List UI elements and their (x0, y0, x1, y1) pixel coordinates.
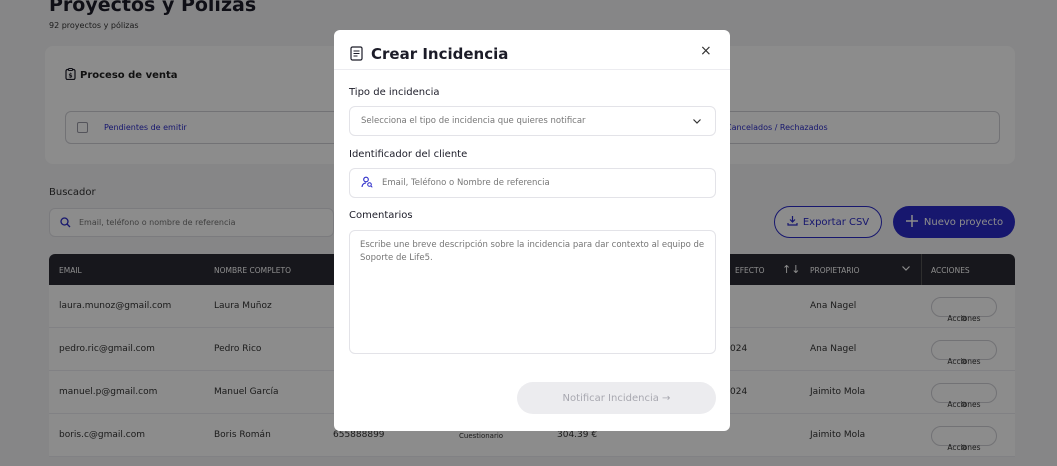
client-id-field[interactable]: Email, Teléfono o Nombre de referencia (349, 168, 716, 198)
modal-title: Crear Incidencia (371, 45, 509, 63)
client-id-placeholder: Email, Teléfono o Nombre de referencia (382, 178, 550, 188)
incident-type-label: Tipo de incidencia (349, 87, 440, 98)
client-id-label: Identificador del cliente (349, 149, 468, 160)
modal-header: Crear Incidencia × (334, 30, 730, 70)
document-icon (350, 46, 363, 65)
user-search-icon (361, 176, 373, 191)
create-incident-modal: Crear Incidencia × Tipo de incidencia Se… (334, 30, 730, 431)
comments-label: Comentarios (349, 210, 413, 221)
incident-type-placeholder: Selecciona el tipo de incidencia que qui… (361, 116, 586, 126)
chevron-down-icon (691, 115, 703, 130)
incident-type-select[interactable]: Selecciona el tipo de incidencia que qui… (349, 106, 716, 136)
comments-textarea[interactable] (349, 230, 716, 354)
close-icon[interactable]: × (700, 43, 712, 59)
notify-incident-button[interactable]: Notificar Incidencia → (517, 382, 716, 414)
